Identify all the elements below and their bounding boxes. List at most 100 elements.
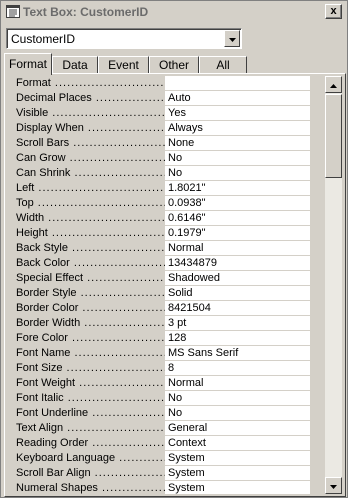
property-row: Scroll Bars ............................… — [12, 136, 310, 151]
property-label-text: Back Style — [16, 242, 68, 254]
leader-dots: ........................................ — [87, 122, 166, 134]
leader-dots: ........................................ — [66, 362, 166, 374]
property-label[interactable]: Border Width ...........................… — [16, 316, 166, 331]
title-bar[interactable]: Text Box: CustomerID x — [1, 1, 347, 23]
leader-dots: ........................................ — [51, 227, 166, 239]
property-row: Text Align .............................… — [12, 421, 310, 436]
property-value-field[interactable]: 8421504 — [165, 301, 310, 316]
arrow-down-icon — [330, 480, 337, 492]
property-label[interactable]: Can Grow ...............................… — [16, 151, 166, 166]
property-row: Back Color .............................… — [12, 256, 310, 271]
property-label[interactable]: Font Size ..............................… — [16, 361, 166, 376]
tab-format[interactable]: Format — [4, 53, 52, 75]
property-label[interactable]: Left ...................................… — [16, 181, 166, 196]
property-label-text: Back Color — [16, 257, 70, 269]
property-value-field[interactable]: 0.1979" — [165, 226, 310, 241]
leader-dots: ........................................ — [95, 92, 166, 104]
property-row: Display When ...........................… — [12, 121, 310, 136]
close-icon: x — [330, 5, 337, 17]
object-selector[interactable]: CustomerID — [6, 28, 242, 49]
property-label[interactable]: Display When ...........................… — [16, 121, 166, 136]
property-label[interactable]: Font Underline .........................… — [16, 406, 166, 421]
property-label[interactable]: Scroll Bar Align .......................… — [16, 466, 166, 481]
property-label[interactable]: Reading Order ..........................… — [16, 436, 166, 451]
property-value-field[interactable]: MS Sans Serif — [165, 346, 310, 361]
property-value-field[interactable]: 0.0938" — [165, 196, 310, 211]
property-value-field[interactable]: General — [165, 421, 310, 436]
property-row: Format .................................… — [12, 76, 310, 91]
chevron-down-icon — [228, 33, 236, 45]
property-value-field[interactable]: None — [165, 136, 310, 151]
property-label[interactable]: Decimal Places .........................… — [16, 91, 166, 106]
vertical-scrollbar[interactable] — [325, 76, 342, 494]
property-label[interactable]: Fore Color .............................… — [16, 331, 166, 346]
property-value-field[interactable]: Context — [165, 436, 310, 451]
scroll-down-button[interactable] — [325, 477, 342, 494]
property-value-field[interactable]: 0.6146" — [165, 211, 310, 226]
property-value-field[interactable]: 128 — [165, 331, 310, 346]
close-button[interactable]: x — [325, 4, 342, 19]
property-label-text: Width — [16, 212, 45, 224]
property-label[interactable]: Scroll Bars ............................… — [16, 136, 166, 151]
property-label[interactable]: Back Style .............................… — [16, 241, 166, 256]
property-label-text: Special Effect — [16, 272, 84, 284]
property-row: Height .................................… — [12, 226, 310, 241]
property-value-field[interactable]: 13434879 — [165, 256, 310, 271]
property-label-text: Left — [16, 182, 35, 194]
property-value-field[interactable]: Normal — [165, 376, 310, 391]
property-value-field[interactable]: Solid — [165, 286, 310, 301]
property-label[interactable]: Font Weight ............................… — [16, 376, 166, 391]
leader-dots: ........................................ — [94, 467, 166, 479]
property-value-field[interactable] — [165, 76, 310, 91]
property-value-field[interactable]: No — [165, 406, 310, 421]
property-value-field[interactable]: System — [165, 466, 310, 481]
property-panel: Format .................................… — [4, 73, 346, 497]
property-value-field[interactable]: Auto — [165, 91, 310, 106]
property-label[interactable]: Font Italic ............................… — [16, 391, 166, 406]
object-selector-dropdown-button[interactable] — [224, 30, 240, 47]
tab-data[interactable]: Data — [52, 56, 98, 74]
property-label[interactable]: Back Color .............................… — [16, 256, 166, 271]
property-row: Border Width ...........................… — [12, 316, 310, 331]
property-label-text: Display When — [16, 122, 84, 134]
property-label[interactable]: Text Align .............................… — [16, 421, 166, 436]
property-value-field[interactable]: Yes — [165, 106, 310, 121]
property-label[interactable]: Can Shrink .............................… — [16, 166, 166, 181]
tab-other[interactable]: Other — [149, 56, 199, 74]
property-row: Can Shrink .............................… — [12, 166, 310, 181]
property-value-field[interactable]: Always — [165, 121, 310, 136]
property-label[interactable]: Top ....................................… — [16, 196, 166, 211]
property-row: Font Weight ............................… — [12, 376, 310, 391]
scroll-up-button[interactable] — [325, 76, 342, 93]
property-label[interactable]: Format .................................… — [16, 76, 166, 91]
leader-dots: ........................................ — [72, 242, 166, 254]
property-label[interactable]: Border Style ...........................… — [16, 286, 166, 301]
leader-dots: ........................................ — [69, 152, 166, 164]
scroll-thumb[interactable] — [325, 94, 342, 178]
property-value-field[interactable]: No — [165, 166, 310, 181]
leader-dots: ........................................ — [73, 257, 166, 269]
property-value-field[interactable]: No — [165, 151, 310, 166]
tab-all[interactable]: All — [199, 56, 247, 74]
property-value-field[interactable]: 8 — [165, 361, 310, 376]
property-value-field[interactable]: Shadowed — [165, 271, 310, 286]
property-label[interactable]: Font Name ..............................… — [16, 346, 166, 361]
property-label[interactable]: Special Effect .........................… — [16, 271, 166, 286]
property-label[interactable]: Height .................................… — [16, 226, 166, 241]
tab-event[interactable]: Event — [98, 56, 149, 74]
property-label-text: Scroll Bar Align — [16, 467, 91, 479]
property-label[interactable]: Numeral Shapes .........................… — [16, 481, 166, 494]
property-value-field[interactable]: System — [165, 481, 310, 494]
property-value-field[interactable]: Normal — [165, 241, 310, 256]
property-label[interactable]: Width ..................................… — [16, 211, 166, 226]
leader-dots: ........................................ — [74, 167, 166, 179]
property-label[interactable]: Border Color ...........................… — [16, 301, 166, 316]
property-label[interactable]: Keyboard Language ......................… — [16, 451, 166, 466]
property-label[interactable]: Visible ................................… — [16, 106, 166, 121]
leader-dots: ........................................ — [119, 452, 166, 464]
property-value-field[interactable]: System — [165, 451, 310, 466]
property-value-field[interactable]: 3 pt — [165, 316, 310, 331]
leader-dots: ........................................ — [54, 77, 166, 89]
property-value-field[interactable]: 1.8021" — [165, 181, 310, 196]
property-value-field[interactable]: No — [165, 391, 310, 406]
